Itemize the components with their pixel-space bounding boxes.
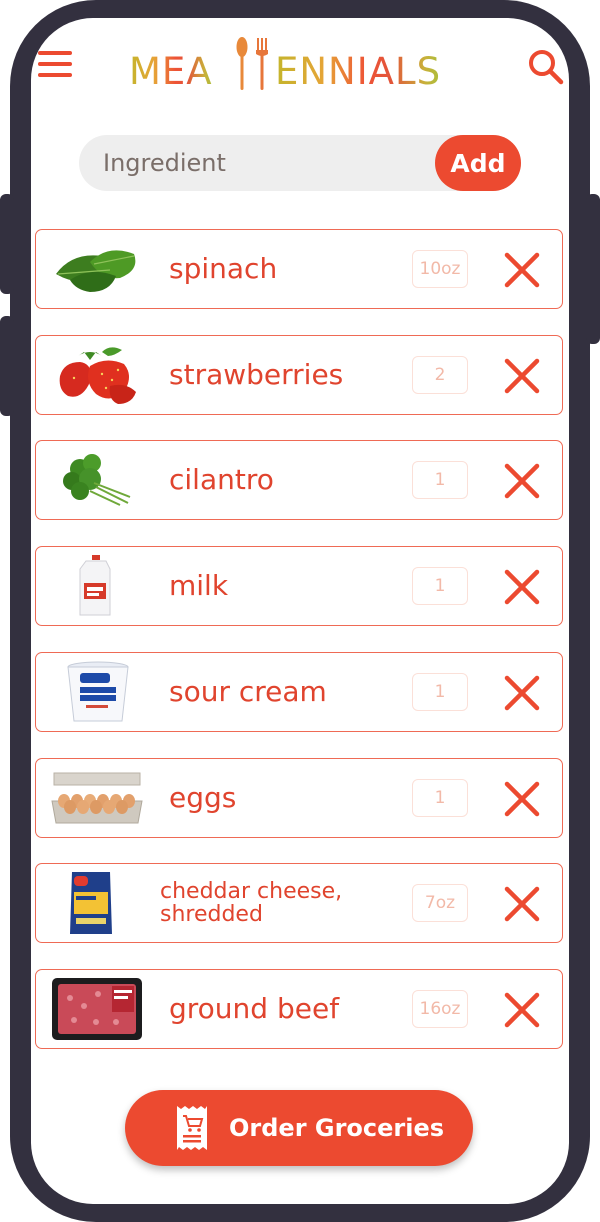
spinach-image	[56, 250, 136, 292]
remove-item-icon[interactable]	[504, 675, 540, 711]
app-screen: MEA ENNIALS Add spinach 10oz	[31, 18, 569, 1204]
item-quantity[interactable]: 16oz	[412, 990, 468, 1028]
search-icon[interactable]	[527, 48, 565, 86]
item-name: eggs	[169, 781, 237, 815]
order-groceries-button[interactable]: Order Groceries	[125, 1090, 473, 1166]
item-quantity[interactable]: 1	[412, 461, 468, 499]
grocery-item-row: sour cream 1	[35, 652, 563, 732]
grocery-item-row: cilantro 1	[35, 440, 563, 520]
order-groceries-label: Order Groceries	[229, 1114, 445, 1142]
ingredient-search-bar: Add	[79, 135, 521, 191]
ingredient-input[interactable]	[103, 135, 403, 191]
item-quantity[interactable]: 10oz	[412, 250, 468, 288]
remove-item-icon[interactable]	[504, 569, 540, 605]
grocery-item-row: eggs 1	[35, 758, 563, 838]
item-name: cilantro	[169, 463, 274, 497]
logo-text-right: ENNIALS	[275, 50, 442, 93]
egg-carton-image	[51, 772, 143, 824]
hamburger-menu-icon[interactable]	[38, 51, 72, 77]
phone-side-button-left-lower	[0, 316, 14, 416]
grocery-item-row: ground beef 16oz	[35, 969, 563, 1049]
item-quantity[interactable]: 2	[412, 356, 468, 394]
fork-spoon-icon	[236, 37, 268, 90]
item-quantity[interactable]: 7oz	[412, 884, 468, 922]
grocery-item-row: milk 1	[35, 546, 563, 626]
logo-text-left: MEA	[129, 50, 213, 93]
add-button[interactable]: Add	[435, 135, 521, 191]
item-name: ground beef	[169, 992, 340, 1026]
item-name: sour cream	[169, 675, 327, 709]
item-quantity[interactable]: 1	[412, 779, 468, 817]
item-name: cheddar cheese, shredded	[160, 878, 343, 927]
phone-side-button-left-upper	[0, 194, 14, 294]
remove-item-icon[interactable]	[504, 252, 540, 288]
remove-item-icon[interactable]	[504, 358, 540, 394]
item-name: strawberries	[169, 358, 344, 392]
remove-item-icon[interactable]	[504, 992, 540, 1028]
remove-item-icon[interactable]	[504, 781, 540, 817]
grocery-item-row: spinach 10oz	[35, 229, 563, 309]
cheese-bag-image	[70, 872, 112, 934]
remove-item-icon[interactable]	[504, 886, 540, 922]
cilantro-image	[63, 454, 131, 506]
item-name: milk	[169, 569, 229, 603]
phone-side-button-right	[586, 194, 600, 344]
sour-cream-tub-image	[67, 661, 129, 722]
receipt-cart-icon	[177, 1106, 207, 1150]
ground-beef-pack-image	[52, 978, 142, 1040]
milk-jug-image	[79, 555, 111, 616]
app-logo: MEA ENNIALS	[127, 28, 473, 98]
grocery-item-row: cheddar cheese, shredded 7oz	[35, 863, 563, 943]
item-name: spinach	[169, 252, 278, 286]
strawberries-image	[59, 347, 136, 404]
item-quantity[interactable]: 1	[412, 673, 468, 711]
grocery-item-row: strawberries 2	[35, 335, 563, 415]
item-quantity[interactable]: 1	[412, 567, 468, 605]
remove-item-icon[interactable]	[504, 463, 540, 499]
